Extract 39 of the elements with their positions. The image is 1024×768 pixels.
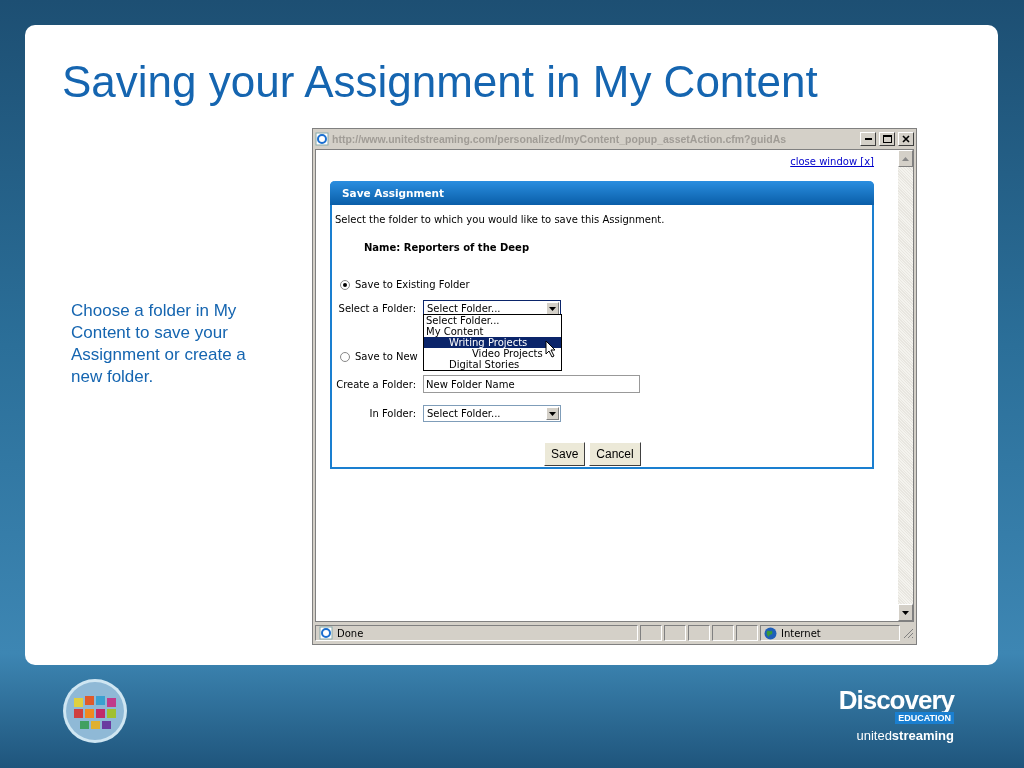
browser-icon [315, 132, 329, 146]
radio-button[interactable] [340, 351, 350, 362]
slide-title: Saving your Assignment in My Content [62, 56, 819, 108]
slide-caption: Choose a folder in My Content to save your Assignment or create a new folder. [71, 300, 246, 388]
folder-select[interactable]: Select Folder... [423, 405, 561, 422]
dropdown-option[interactable]: Writing Projects [424, 337, 561, 348]
status-pane [640, 625, 662, 641]
page-icon [319, 626, 333, 640]
radio-label: Save to Existing Folder [355, 279, 470, 290]
status-text: Done [337, 627, 364, 639]
radio-label: Save to New [355, 351, 418, 362]
scroll-up-icon[interactable] [898, 150, 913, 167]
dialog-button[interactable]: Cancel [589, 442, 641, 466]
dialog-title: Save Assignment [330, 181, 874, 205]
minimize-button[interactable] [860, 132, 876, 146]
close-icon[interactable] [898, 132, 914, 146]
field-label: Select a Folder: [337, 303, 417, 314]
logo-wordmark: Discovery [838, 688, 954, 712]
assignment-name: Name: Reporters of the Deep [364, 242, 531, 253]
zone-text: Internet [781, 627, 821, 639]
scrollbar[interactable] [898, 150, 913, 621]
folder-name-field[interactable]: New Folder Name [423, 375, 640, 393]
close-window-link[interactable]: close window [x] [790, 156, 874, 167]
globe-icon [764, 626, 777, 640]
dialog-button[interactable]: Save [544, 442, 586, 466]
status-pane [712, 625, 734, 641]
scroll-down-icon[interactable] [898, 604, 913, 621]
field-label: In Folder: [368, 408, 417, 419]
resize-grip-icon[interactable] [902, 627, 914, 639]
status-pane [664, 625, 686, 641]
minimize-icon[interactable] [864, 138, 872, 140]
field-label: Create a Folder: [335, 378, 417, 390]
cursor-icon [545, 340, 557, 358]
logo-tagline: unitedstreaming [856, 728, 954, 743]
intro-text: Select the folder to which you would like to save this Assignment. [335, 214, 666, 225]
status-pane [736, 625, 758, 641]
logo-subtitle: EDUCATION [895, 712, 954, 724]
radio-button[interactable] [340, 279, 350, 290]
status-pane [688, 625, 710, 641]
